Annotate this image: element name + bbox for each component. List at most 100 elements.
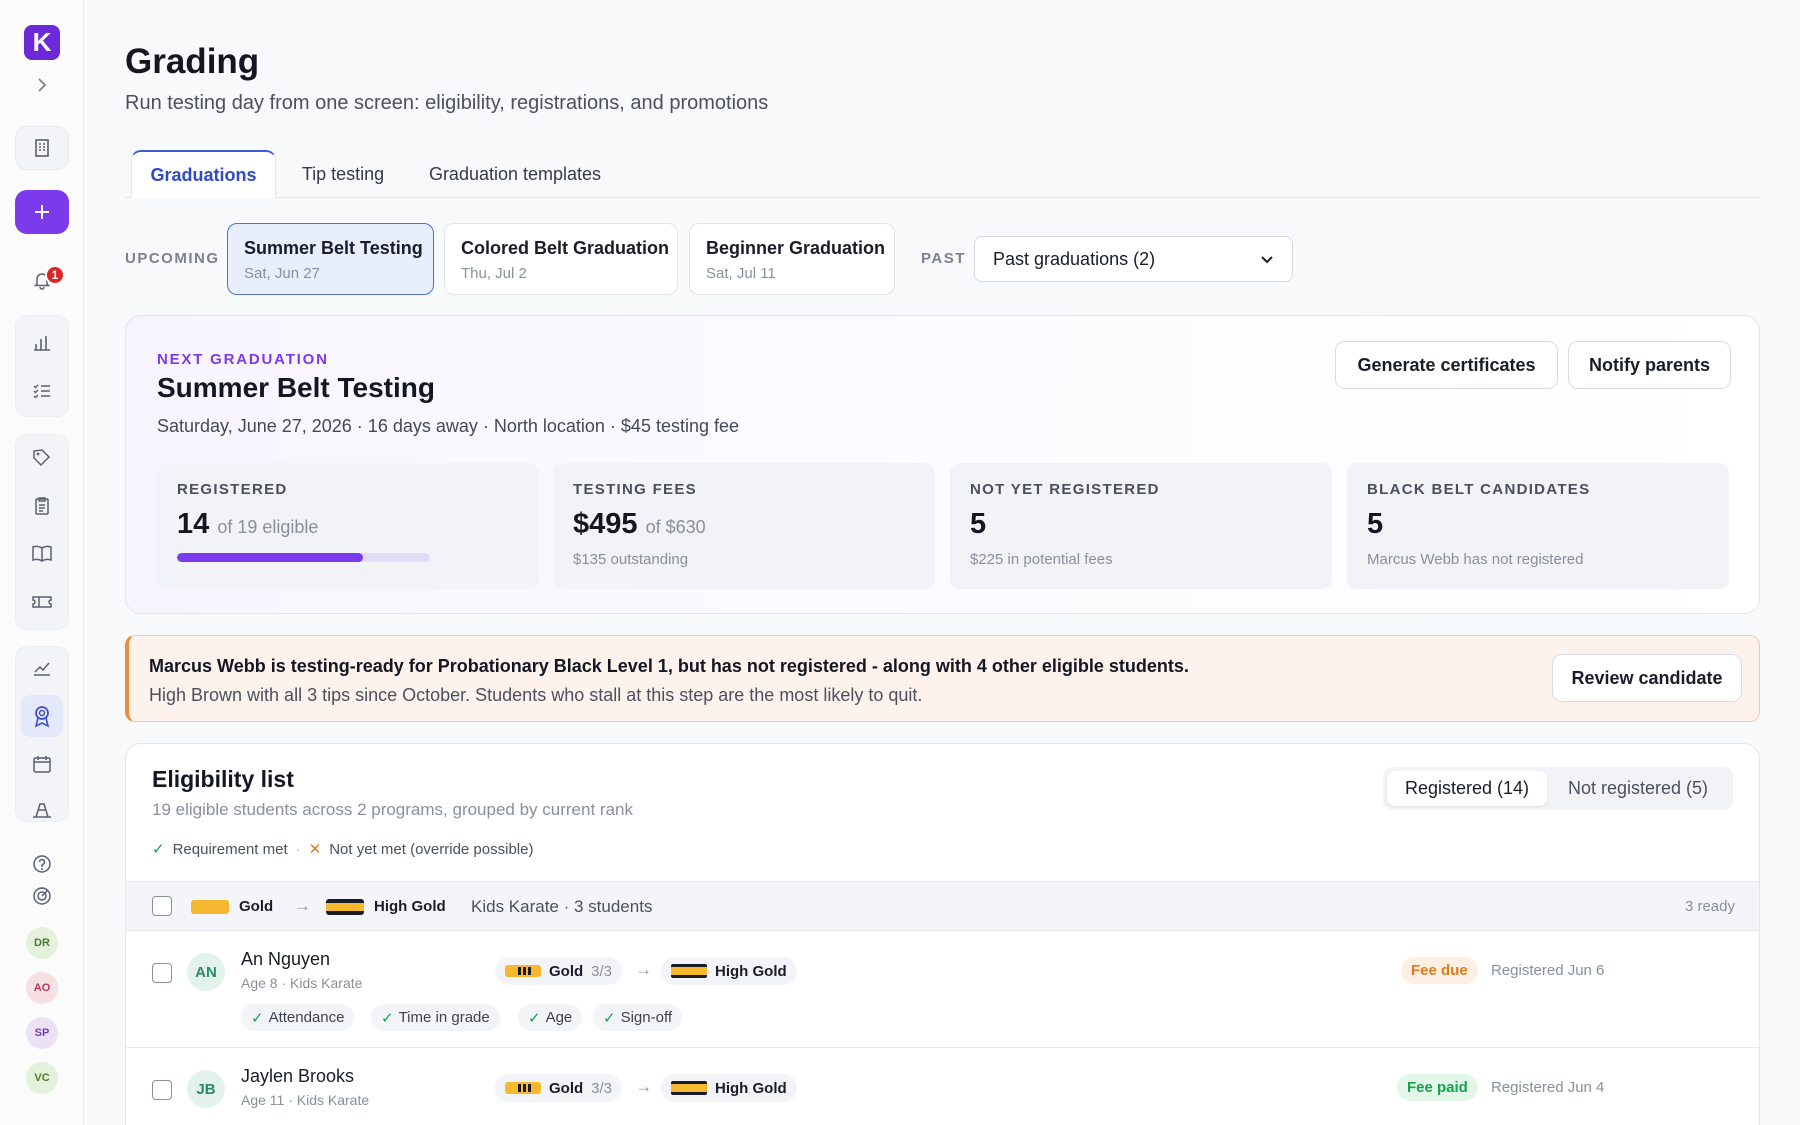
registered-date: Registered Jun 4 bbox=[1491, 1079, 1605, 1096]
current-rank-pill: Gold 3/3 bbox=[495, 957, 623, 985]
add-button[interactable] bbox=[15, 190, 69, 234]
legend-separator: · bbox=[295, 840, 301, 858]
high-gold-belt-icon bbox=[326, 899, 364, 915]
table-row[interactable]: JB Jaylen Brooks Age 11 · Kids Karate Go… bbox=[126, 1048, 1759, 1125]
avatar[interactable]: DR bbox=[26, 927, 58, 959]
clipboard-icon[interactable] bbox=[28, 492, 56, 520]
building-icon[interactable] bbox=[15, 126, 69, 170]
group-ready-count: 3 ready bbox=[1684, 898, 1735, 915]
requirement-attendance[interactable]: ✓ Attendance bbox=[241, 1004, 355, 1031]
stat-note: $225 in potential fees bbox=[970, 551, 1113, 568]
help-icon[interactable] bbox=[28, 850, 56, 878]
stat-value: 5 bbox=[1367, 508, 1384, 540]
rank-group-row: Gold → High Gold Kids Karate · 3 student… bbox=[126, 881, 1759, 931]
notification-badge: 1 bbox=[45, 265, 65, 285]
table-row[interactable]: AN An Nguyen Age 8 · Kids Karate Gold 3/… bbox=[126, 931, 1759, 1048]
graduation-name: Colored Belt Graduation bbox=[461, 238, 670, 258]
app-logo[interactable]: K bbox=[24, 25, 60, 60]
tab-tip-testing[interactable]: Tip testing bbox=[288, 150, 398, 198]
graduation-date: Sat, Jul 11 bbox=[706, 265, 776, 282]
student-name[interactable]: An Nguyen bbox=[241, 949, 330, 970]
past-label: PAST bbox=[921, 250, 966, 267]
graduation-card-colored[interactable]: Colored Belt Graduation Thu, Jul 2 bbox=[444, 223, 678, 295]
candidate-alert: Marcus Webb is testing-ready for Probati… bbox=[125, 635, 1760, 722]
alert-title: Marcus Webb is testing-ready for Probati… bbox=[149, 656, 1189, 676]
line-chart-icon[interactable] bbox=[28, 654, 56, 682]
stat-note: Marcus Webb has not registered bbox=[1367, 551, 1584, 568]
registration-filter: Registered (14) Not registered (5) bbox=[1383, 767, 1733, 810]
past-select-value: Past graduations (2) bbox=[993, 248, 1156, 269]
stat-value: 14 of 19 eligible bbox=[177, 508, 319, 540]
stat-label: REGISTERED bbox=[177, 481, 288, 498]
avatar: JB bbox=[187, 1070, 225, 1108]
bar-chart-icon[interactable] bbox=[28, 329, 56, 357]
chevron-right-icon[interactable] bbox=[33, 76, 51, 94]
gold-belt-icon bbox=[191, 900, 229, 914]
student-name[interactable]: Jaylen Brooks bbox=[241, 1066, 354, 1087]
row-checkbox[interactable] bbox=[152, 1080, 172, 1100]
row-checkbox[interactable] bbox=[152, 963, 172, 983]
tab-bar: Graduations Tip testing Graduation templ… bbox=[125, 150, 1760, 198]
current-rank: Gold bbox=[549, 962, 584, 980]
filter-registered[interactable]: Registered (14) bbox=[1387, 771, 1547, 806]
tab-graduation-templates[interactable]: Graduation templates bbox=[415, 150, 615, 198]
fee-status-badge: Fee paid bbox=[1397, 1074, 1478, 1101]
past-graduations-select[interactable]: Past graduations (2) bbox=[974, 236, 1293, 282]
requirement-age[interactable]: ✓ Age bbox=[518, 1004, 583, 1031]
graduation-name: Summer Belt Testing bbox=[244, 238, 423, 258]
stat-value: $495 of $630 bbox=[573, 508, 706, 540]
graduation-name: Beginner Graduation bbox=[706, 238, 886, 258]
graduation-date: Sat, Jun 27 bbox=[244, 265, 320, 282]
high-gold-belt-icon bbox=[671, 1081, 707, 1095]
avatar[interactable]: VC bbox=[26, 1062, 58, 1094]
fee-status-badge: Fee due bbox=[1401, 957, 1478, 984]
page-title: Grading bbox=[125, 42, 260, 81]
next-rank-pill: High Gold bbox=[661, 1074, 797, 1102]
calendar-icon[interactable] bbox=[28, 750, 56, 778]
stat-registered: REGISTERED 14 of 19 eligible bbox=[157, 463, 539, 589]
book-icon[interactable] bbox=[28, 540, 56, 568]
tips-count: 3/3 bbox=[591, 962, 613, 980]
notify-parents-button[interactable]: Notify parents bbox=[1568, 341, 1731, 389]
tab-graduations[interactable]: Graduations bbox=[131, 150, 276, 198]
generate-certificates-button[interactable]: Generate certificates bbox=[1335, 341, 1558, 389]
filter-not-registered[interactable]: Not registered (5) bbox=[1547, 771, 1729, 806]
ticket-icon[interactable] bbox=[28, 588, 56, 616]
group-to-rank: High Gold bbox=[374, 898, 446, 915]
requirement-sign-off[interactable]: ✓ Sign-off bbox=[593, 1004, 683, 1031]
avatar: AN bbox=[187, 953, 225, 991]
page-subtitle: Run testing day from one screen: eligibi… bbox=[125, 92, 769, 114]
stat-label: TESTING FEES bbox=[573, 481, 697, 498]
stat-label: NOT YET REGISTERED bbox=[970, 481, 1160, 498]
student-meta: Age 8 · Kids Karate bbox=[241, 975, 363, 991]
eligibility-list: Eligibility list 19 eligible students ac… bbox=[125, 743, 1760, 1125]
gold-belt-tips-icon bbox=[505, 965, 541, 977]
stat-testing-fees: TESTING FEES $495 of $630 $135 outstandi… bbox=[553, 463, 935, 589]
graduation-card-beginner[interactable]: Beginner Graduation Sat, Jul 11 bbox=[689, 223, 895, 295]
eligibility-subtitle: 19 eligible students across 2 programs, … bbox=[152, 800, 633, 819]
legend-met: Requirement met bbox=[172, 840, 288, 858]
next-graduation-panel: NEXT GRADUATION Summer Belt Testing Satu… bbox=[125, 315, 1760, 614]
sidebar: K 1 DR AO SP VC bbox=[0, 0, 84, 1125]
stat-value: 5 bbox=[970, 508, 987, 540]
arrow-right-icon: → bbox=[635, 1077, 652, 1096]
graduation-card-summer[interactable]: Summer Belt Testing Sat, Jun 27 bbox=[227, 223, 434, 295]
dojo-icon[interactable] bbox=[28, 796, 56, 824]
target-icon[interactable] bbox=[28, 882, 56, 910]
review-candidate-button[interactable]: Review candidate bbox=[1552, 654, 1742, 702]
group-checkbox[interactable] bbox=[152, 896, 172, 916]
next-graduation-meta: Saturday, June 27, 2026 · 16 days away ·… bbox=[157, 416, 740, 436]
checklist-icon[interactable] bbox=[28, 377, 56, 405]
tag-icon[interactable] bbox=[28, 444, 56, 472]
avatar[interactable]: AO bbox=[26, 972, 58, 1004]
current-rank: Gold bbox=[549, 1079, 584, 1097]
alert-body: High Brown with all 3 tips since October… bbox=[149, 685, 923, 705]
chevron-down-icon bbox=[1260, 249, 1274, 270]
requirement-time-in-grade[interactable]: ✓ Time in grade bbox=[371, 1004, 500, 1031]
eligibility-title: Eligibility list bbox=[152, 766, 294, 792]
avatar[interactable]: SP bbox=[26, 1017, 58, 1049]
requirements-legend: ✓ Requirement met · ✕ Not yet met (overr… bbox=[152, 840, 533, 859]
upcoming-label: UPCOMING bbox=[125, 250, 220, 267]
registered-progress-bar bbox=[177, 553, 430, 562]
award-icon[interactable] bbox=[21, 695, 63, 737]
